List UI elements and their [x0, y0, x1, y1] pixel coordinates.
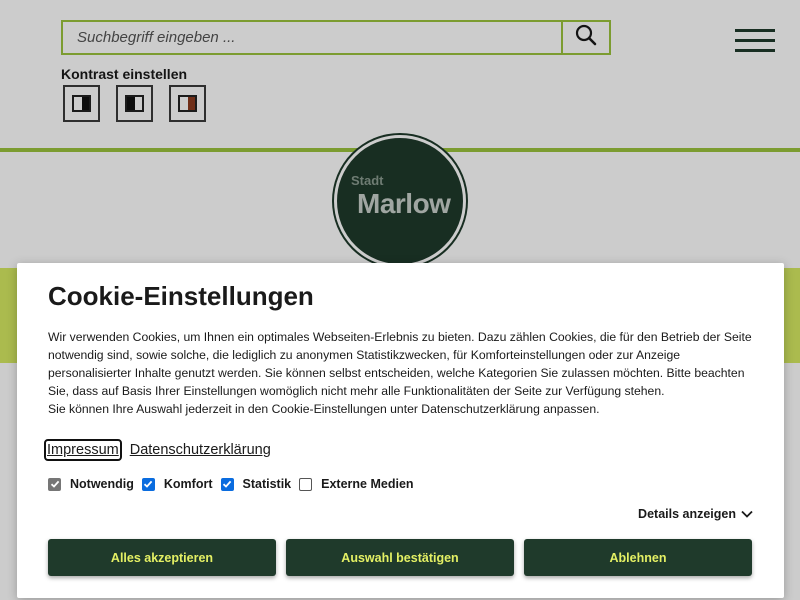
confirm-selection-button[interactable]: Auswahl bestätigen [286, 539, 514, 576]
details-toggle[interactable]: Details anzeigen [638, 507, 753, 521]
option-komfort[interactable]: Komfort [141, 477, 213, 491]
decline-button[interactable]: Ablehnen [524, 539, 752, 576]
option-label: Notwendig [70, 477, 134, 491]
cookie-description: Wir verwenden Cookies, um Ihnen ein opti… [48, 328, 763, 418]
checkbox-externe-medien[interactable] [299, 477, 313, 491]
cookie-options: Notwendig Komfort Statistik Externe Medi… [48, 477, 422, 491]
cookie-paragraph-1: Wir verwenden Cookies, um Ihnen ein opti… [48, 330, 752, 398]
option-notwendig[interactable]: Notwendig [48, 477, 134, 491]
option-statistik[interactable]: Statistik [220, 477, 292, 491]
cookie-actions: Alles akzeptieren Auswahl bestätigen Abl… [48, 539, 752, 576]
cookie-paragraph-2: Sie können Ihre Auswahl jederzeit in den… [48, 402, 600, 416]
accept-all-button[interactable]: Alles akzeptieren [48, 539, 276, 576]
checkbox-notwendig[interactable] [48, 477, 61, 491]
checkbox-statistik[interactable] [220, 477, 234, 491]
details-label: Details anzeigen [638, 507, 736, 521]
option-externe-medien[interactable]: Externe Medien [299, 477, 414, 491]
cookie-dialog: Cookie-Einstellungen Wir verwenden Cooki… [17, 263, 784, 598]
cookie-title: Cookie-Einstellungen [48, 281, 314, 311]
option-label: Externe Medien [321, 477, 414, 491]
datenschutz-link[interactable]: Datenschutzerklärung [129, 441, 272, 459]
chevron-down-icon [741, 507, 753, 521]
option-label: Komfort [163, 477, 213, 491]
option-label: Statistik [242, 477, 292, 491]
impressum-link[interactable]: Impressum [44, 439, 122, 461]
checkbox-komfort[interactable] [141, 477, 155, 491]
cookie-links: Impressum Datenschutzerklärung [44, 439, 272, 461]
